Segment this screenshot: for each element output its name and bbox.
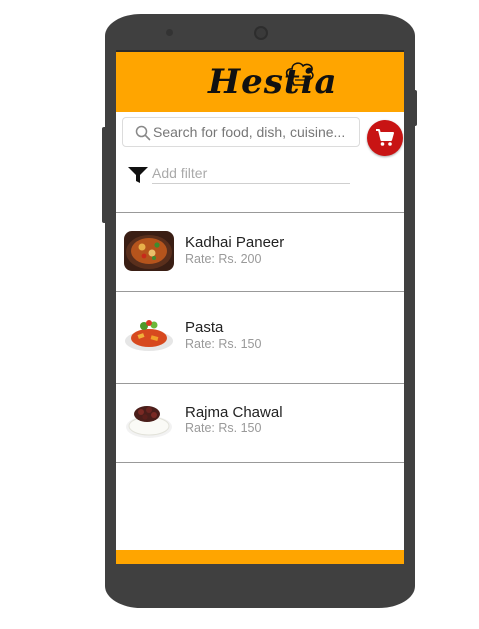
logo-text: Hestia — [208, 62, 338, 102]
app-screen: Hestia Search for food, dish, cuisine...… — [116, 50, 404, 564]
item-name: Rajma Chawal — [185, 404, 283, 421]
chef-hat-icon — [285, 62, 314, 86]
item-name: Kadhai Paneer — [185, 234, 285, 251]
item-name: Pasta — [185, 319, 224, 336]
app-header: Hestia — [116, 52, 404, 112]
phone-side-button-left — [102, 127, 107, 223]
item-rate: Rate: Rs. 150 — [185, 337, 262, 351]
food-image-pasta — [124, 314, 174, 354]
phone-camera — [254, 26, 268, 40]
cart-button[interactable] — [367, 120, 403, 156]
list-item[interactable]: Rajma Chawal Rate: Rs. 150 — [116, 384, 404, 463]
search-icon — [135, 125, 151, 141]
food-image-kadhai-paneer — [124, 231, 174, 271]
cart-icon — [376, 129, 394, 146]
phone-sensor — [166, 29, 173, 36]
food-list: Kadhai Paneer Rate: Rs. 200 Pasta Rate: … — [116, 212, 404, 463]
list-item[interactable]: Pasta Rate: Rs. 150 — [116, 292, 404, 384]
search-input[interactable] — [153, 122, 355, 142]
item-rate: Rate: Rs. 150 — [185, 421, 262, 435]
filter-input[interactable] — [152, 163, 350, 184]
app-logo: Hestia — [208, 58, 337, 108]
item-rate: Rate: Rs. 200 — [185, 252, 262, 266]
phone-side-button-right — [412, 90, 417, 126]
list-item[interactable]: Kadhai Paneer Rate: Rs. 200 — [116, 213, 404, 292]
food-image-rajma-chawal — [124, 400, 174, 440]
search-box[interactable] — [122, 117, 360, 147]
app-footer — [116, 550, 404, 564]
filter-icon[interactable] — [128, 166, 148, 184]
